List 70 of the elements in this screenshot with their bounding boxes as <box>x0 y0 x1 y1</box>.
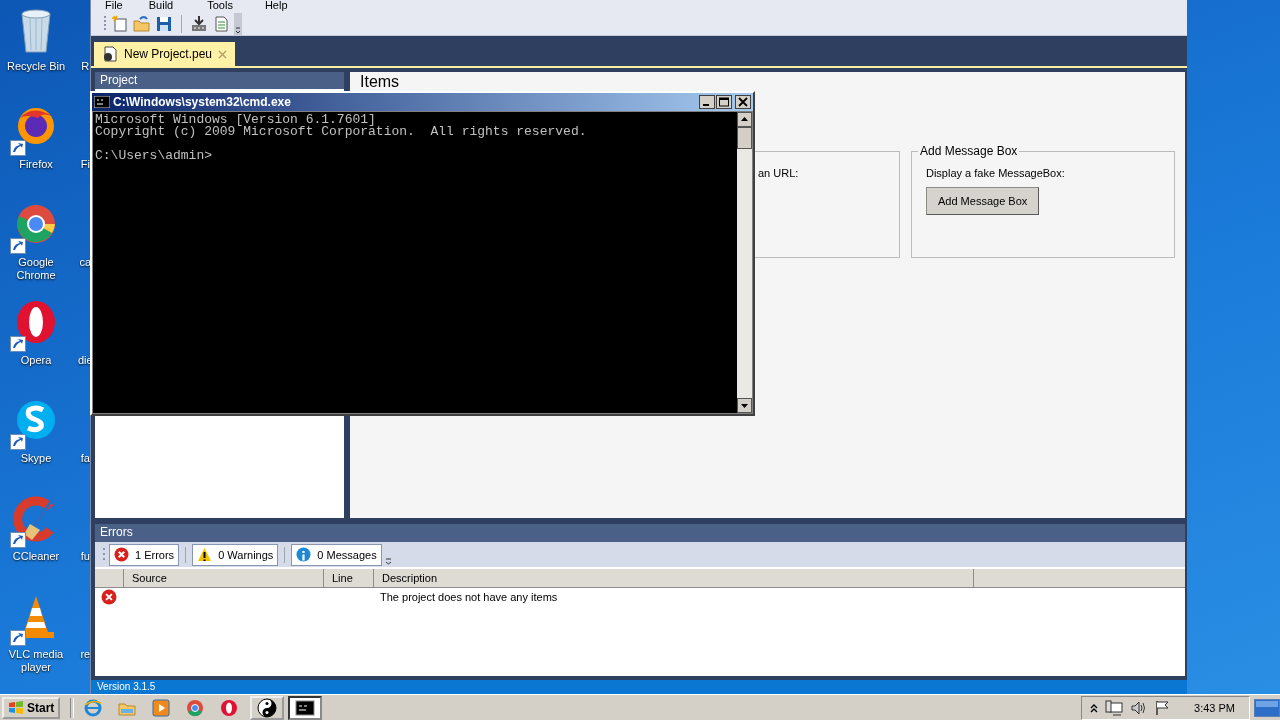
info-icon <box>296 547 312 562</box>
network-icon[interactable] <box>1105 699 1124 716</box>
icon-label: Recycle Bin <box>6 60 66 73</box>
icon-label: Firefox <box>19 158 53 171</box>
console-icon <box>94 96 110 108</box>
document-tab[interactable]: New Project.peu <box>94 42 236 66</box>
menu-item[interactable]: Build <box>148 0 174 12</box>
console-icon <box>295 697 316 718</box>
opera-icon[interactable] <box>220 698 239 717</box>
icon-label: re <box>79 648 92 661</box>
icon-label: Opera <box>20 354 52 367</box>
add-message-box-button[interactable]: Add Message Box <box>926 187 1040 215</box>
column-header[interactable]: Description <box>374 569 974 587</box>
console-text: Copyright (c) 2009 Microsoft Corporation. All rights reserved. <box>95 126 587 138</box>
icon-label: ca <box>78 256 93 269</box>
yin-yang-icon <box>257 697 278 718</box>
menu-item[interactable]: File <box>105 0 123 12</box>
filter-button[interactable]: 0 Messages <box>291 543 382 566</box>
window-title: C:\Windows\system32\cmd.exe <box>113 95 292 109</box>
filter-button[interactable]: 1 Errors <box>109 543 180 566</box>
error-icon <box>101 589 117 605</box>
play-icon[interactable] <box>152 698 171 717</box>
start-button[interactable]: Start <box>2 696 61 719</box>
show-desktop-icon[interactable] <box>1254 698 1280 717</box>
grip-icon <box>104 14 107 33</box>
menu-item[interactable]: Tools <box>207 0 233 12</box>
icon-label: Skype <box>20 452 52 465</box>
folder-icon[interactable] <box>133 14 151 33</box>
scroll-down-icon[interactable] <box>737 398 752 413</box>
filter-button[interactable]: 0 Warnings <box>192 543 279 566</box>
icon-label: Fi <box>79 158 91 171</box>
warning-icon <box>197 547 213 562</box>
tab-label: New Project.peu <box>124 47 213 61</box>
console-prompt: C:\Users\admin> <box>95 150 213 162</box>
scrollbar[interactable] <box>737 112 752 413</box>
table-cell-text: The project does not have any items <box>379 590 559 605</box>
maximize-icon[interactable] <box>716 95 732 109</box>
download-tray-icon[interactable] <box>190 14 208 33</box>
document-icon <box>102 46 118 62</box>
scroll-up-icon[interactable] <box>737 112 752 127</box>
icon-label: VLC media player <box>7 648 65 674</box>
icon-label: fu <box>79 550 91 563</box>
icon-label: R <box>80 60 91 73</box>
group-text: an URL: <box>757 167 800 179</box>
group-title: Add Message Box <box>918 144 1020 158</box>
panel-header: Project <box>95 72 344 89</box>
chevron-up-icon[interactable] <box>1090 702 1099 713</box>
new-file-icon[interactable] <box>111 14 129 33</box>
status-text: Version 3.1.5 <box>97 681 156 692</box>
icon-label: CCleaner <box>12 550 60 563</box>
column-header[interactable]: Line <box>324 569 374 587</box>
group-text: Display a fake MessageBox: <box>926 167 1066 179</box>
close-icon[interactable] <box>735 95 751 109</box>
clock[interactable]: 3:43 PM <box>1194 701 1235 714</box>
windows-logo-icon <box>8 700 24 715</box>
overflow-icon[interactable] <box>234 12 242 35</box>
icon-label: Google Chrome <box>15 256 57 282</box>
scroll-thumb-icon[interactable] <box>737 127 752 149</box>
chrome-icon[interactable] <box>186 698 205 717</box>
minimize-icon[interactable] <box>699 95 715 109</box>
error-icon <box>114 547 129 562</box>
panel-title: Items <box>360 73 401 91</box>
panel-header: Errors <box>95 524 1185 542</box>
column-header[interactable]: Source <box>124 569 324 587</box>
taskbar-button[interactable] <box>288 695 323 720</box>
menu-item[interactable]: Help <box>264 0 288 12</box>
browser-e-icon[interactable] <box>84 698 103 717</box>
console-text: Microsoft Windows [Version 6.1.7601] <box>95 114 376 126</box>
grip-icon <box>103 546 106 563</box>
icon-label: fa <box>79 452 91 465</box>
